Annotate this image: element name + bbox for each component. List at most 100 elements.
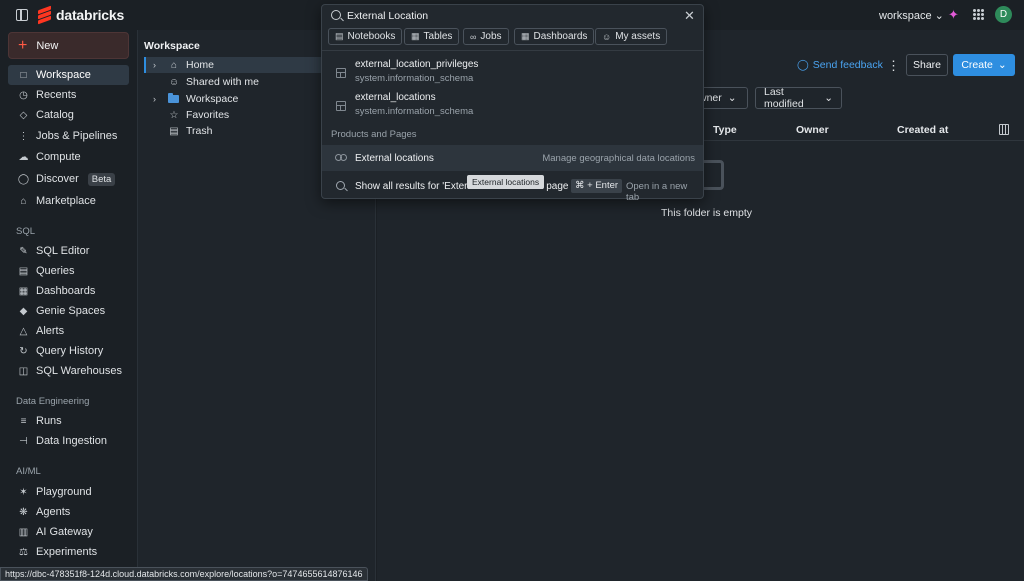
sidebar-item-data-ingestion[interactable]: ⊣ Data Ingestion: [8, 431, 129, 451]
create-button[interactable]: Create ⌄: [953, 54, 1015, 76]
editor-icon: ✎: [19, 245, 28, 257]
search-input[interactable]: [347, 9, 667, 23]
chat-bubble-icon: ◯: [797, 59, 809, 71]
table-icon: [336, 101, 346, 111]
show-all-text: Show all results for 'Externa: [355, 181, 479, 192]
sidebar-item-workspace[interactable]: □ Workspace: [8, 65, 129, 85]
sidebar-item-sql-warehouses[interactable]: ◫ SQL Warehouses: [8, 361, 129, 381]
search-icon: [336, 181, 345, 190]
more-options-icon[interactable]: ⋮: [887, 58, 900, 74]
send-feedback-link[interactable]: ◯ Send feedback: [797, 59, 883, 71]
sidebar-item-label: SQL Warehouses: [36, 365, 123, 377]
chevron-right-icon[interactable]: ›: [153, 94, 165, 104]
filter-chip-tables[interactable]: ▦ Tables: [404, 28, 460, 45]
column-header-type[interactable]: Type: [713, 124, 737, 136]
trash-icon: ▤: [169, 125, 179, 137]
dashboard-icon: ▦: [18, 285, 29, 297]
sidebar-item-label: SQL Editor: [36, 245, 90, 257]
sidebar-item-recents[interactable]: ◷ Recents: [8, 85, 129, 105]
sidebar-item-label: Query History: [36, 345, 104, 357]
filter-chip-jobs[interactable]: ∞ Jobs: [463, 28, 509, 45]
section-data-engineering: Data Engineering: [16, 396, 90, 407]
star-icon: ☆: [169, 109, 179, 121]
browser-title: Workspace: [144, 40, 200, 52]
new-button[interactable]: + New: [8, 32, 129, 59]
products-pages-heading: Products and Pages: [331, 129, 417, 140]
filter-chip-dashboards[interactable]: ▦ Dashboards: [514, 28, 595, 45]
tree-item-label: Favorites: [186, 109, 230, 121]
sidebar-item-label: Discover: [36, 173, 79, 185]
column-header-created-at[interactable]: Created at: [897, 124, 948, 136]
clock-icon: ◷: [19, 89, 28, 101]
databricks-logo[interactable]: databricks: [38, 5, 124, 25]
sidebar-item-label: Alerts: [36, 325, 65, 337]
apps-grid-icon[interactable]: [973, 9, 984, 20]
ingestion-icon: ⊣: [19, 435, 28, 447]
genie-icon: ◆: [19, 305, 28, 317]
chip-label: My assets: [615, 31, 661, 42]
sidebar-item-label: Compute: [36, 151, 81, 163]
sidebar-item-label: Queries: [36, 265, 75, 277]
chip-label: Jobs: [480, 31, 502, 42]
close-icon[interactable]: ✕: [684, 9, 695, 22]
sidebar-item-sql-editor[interactable]: ✎ SQL Editor: [8, 241, 129, 261]
create-button-label: Create: [961, 59, 993, 71]
table-icon: ▦: [411, 31, 420, 41]
sidebar-item-dashboards[interactable]: ▦ Dashboards: [8, 281, 129, 301]
sidebar-item-compute[interactable]: ☁ Compute: [8, 147, 129, 167]
section-sql: SQL: [16, 226, 36, 237]
last-modified-filter[interactable]: Last modified ⌄: [755, 86, 842, 110]
chip-label: Notebooks: [347, 31, 396, 42]
chevron-down-icon: ⌄: [824, 92, 833, 104]
sidebar-item-query-history[interactable]: ↻ Query History: [8, 341, 129, 361]
users-icon: ☺: [168, 76, 180, 88]
assistant-sparkle-icon[interactable]: ✦: [948, 8, 962, 22]
sidebar-item-queries[interactable]: ▤ Queries: [8, 261, 129, 281]
keyboard-shortcut: ⌘ + Enter: [571, 179, 623, 193]
columns-settings-icon[interactable]: [999, 124, 1009, 135]
sidebar-item-genie-spaces[interactable]: ◆ Genie Spaces: [8, 301, 129, 321]
workflow-icon: ⋮: [18, 130, 29, 142]
sidebar-item-marketplace[interactable]: ⌂ Marketplace: [8, 191, 129, 211]
sidebar-item-label: Runs: [36, 415, 62, 427]
status-bar-url: https://dbc-478351f8-124d.cloud.databric…: [0, 567, 368, 581]
sidebar-item-label: AI Gateway: [36, 526, 93, 538]
sidebar-item-label: Experiments: [36, 546, 98, 558]
sidebar-item-discover[interactable]: ◯ Discover Beta: [8, 169, 129, 189]
workspace-switcher[interactable]: workspace ⌄: [879, 9, 944, 22]
query-icon: ▤: [18, 265, 29, 277]
agents-icon: ❋: [19, 506, 28, 518]
sidebar-item-label: Playground: [36, 486, 92, 498]
sidebar-item-ai-gateway[interactable]: ▥ AI Gateway: [8, 522, 129, 542]
sidebar-item-experiments[interactable]: ⚖ Experiments: [8, 542, 129, 562]
sidebar-item-runs[interactable]: ≡ Runs: [8, 411, 129, 431]
sidebar-item-jobs-pipelines[interactable]: ⋮ Jobs & Pipelines: [8, 126, 129, 146]
page-result-external-locations[interactable]: External locations Manage geographical d…: [322, 145, 703, 171]
result-title: external_locations: [355, 92, 436, 103]
new-button-label: New: [36, 39, 59, 52]
sidebar-item-label: Catalog: [36, 109, 74, 121]
column-header-owner[interactable]: Owner: [796, 124, 829, 136]
sidebar-toggle-icon[interactable]: [16, 9, 28, 21]
chevron-right-icon[interactable]: ›: [153, 60, 165, 70]
search-result-item[interactable]: external_location_privileges system.info…: [322, 56, 703, 88]
sidebar-item-catalog[interactable]: ◇ Catalog: [8, 105, 129, 125]
sidebar-item-alerts[interactable]: △ Alerts: [8, 321, 129, 341]
catalog-icon: ◇: [19, 109, 28, 121]
page-result-title: External locations: [355, 153, 434, 164]
sidebar-item-label: Jobs & Pipelines: [36, 130, 118, 142]
sidebar-item-playground[interactable]: ✶ Playground: [8, 482, 129, 502]
sidebar-item-agents[interactable]: ❋ Agents: [8, 502, 129, 522]
user-avatar[interactable]: D: [995, 6, 1012, 23]
search-result-item[interactable]: external_locations system.information_sc…: [322, 89, 703, 121]
result-subtitle: system.information_schema: [355, 106, 474, 117]
tree-item-label: Workspace: [186, 93, 239, 105]
filter-chip-notebooks[interactable]: ▤ Notebooks: [328, 28, 403, 45]
sidebar-item-label: Recents: [36, 89, 77, 101]
playground-icon: ✶: [19, 486, 28, 498]
tree-item-label: Trash: [186, 125, 213, 137]
jobs-icon: ∞: [470, 31, 477, 42]
share-button[interactable]: Share: [906, 54, 948, 76]
filter-chip-my-assets[interactable]: ☺ My assets: [595, 28, 668, 45]
compass-icon: ◯: [17, 173, 30, 185]
